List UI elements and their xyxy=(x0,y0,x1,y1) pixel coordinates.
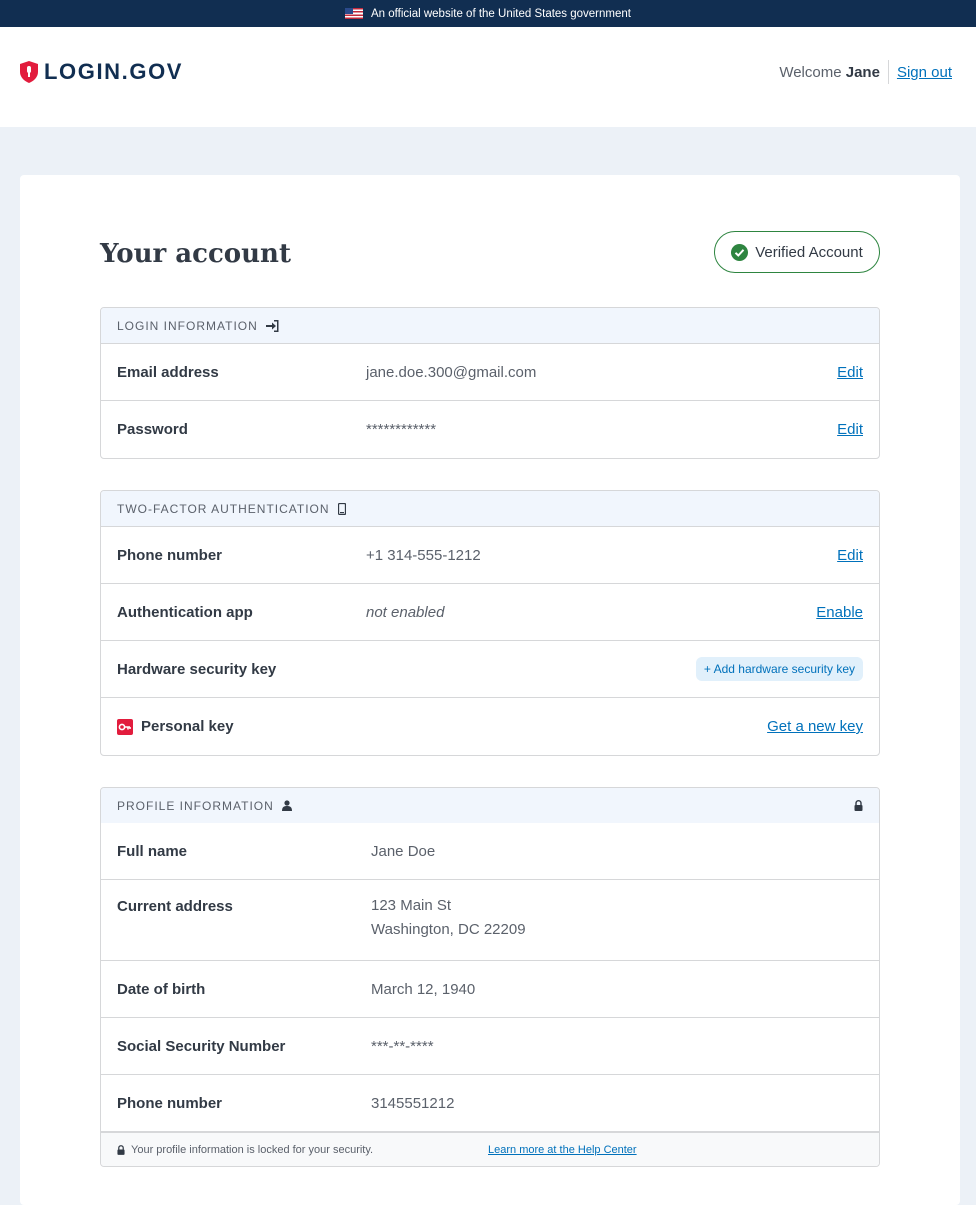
email-value: jane.doe.300@gmail.com xyxy=(366,363,537,381)
profile-footer: Your profile information is locked for y… xyxy=(101,1132,879,1166)
lock-icon xyxy=(117,1144,125,1155)
email-row: Email address jane.doe.300@gmail.com Edi… xyxy=(101,344,879,401)
two-factor-header: TWO-FACTOR AUTHENTICATION xyxy=(101,491,879,527)
address-line-1: 123 Main St xyxy=(371,897,452,914)
key-icon xyxy=(117,718,133,735)
logo-text: LOGIN.GOV xyxy=(44,59,184,84)
enable-auth-app-link[interactable]: Enable xyxy=(816,604,863,621)
hardware-key-label: Hardware security key xyxy=(117,660,277,678)
check-circle-icon xyxy=(731,243,749,261)
gov-banner-text: An official website of the United States… xyxy=(371,7,631,20)
profile-locked-text: Your profile information is locked for y… xyxy=(131,1143,374,1156)
nav-divider xyxy=(887,60,889,84)
ssn-row: Social Security Number ***-**-**** xyxy=(101,1018,879,1075)
get-new-key-link[interactable]: Get a new key xyxy=(767,718,863,735)
sign-in-icon xyxy=(265,319,279,332)
profile-phone-label: Phone number xyxy=(117,1094,223,1112)
personal-key-row: Personal key Get a new key xyxy=(101,698,879,755)
mobile-phone-icon xyxy=(337,502,346,515)
profile-phone-value: 3145551212 xyxy=(371,1094,455,1112)
user-icon xyxy=(281,800,292,811)
gov-banner: An official website of the United States… xyxy=(0,0,976,27)
dob-value: March 12, 1940 xyxy=(371,980,476,998)
address-row: Current address 123 Main St Washington, … xyxy=(101,880,879,961)
dob-row: Date of birth March 12, 1940 xyxy=(101,961,879,1018)
account-card: Your account Verified Account LOGIN INFO… xyxy=(20,175,960,1205)
password-value: ************ xyxy=(366,421,437,438)
phone-label: Phone number xyxy=(117,546,223,564)
full-name-label: Full name xyxy=(117,842,188,860)
user-nav: Welcome Jane Sign out xyxy=(779,60,952,84)
profile-title: PROFILE INFORMATION xyxy=(117,798,274,813)
auth-app-value: not enabled xyxy=(366,603,445,621)
two-factor-section: TWO-FACTOR AUTHENTICATION Phone number +… xyxy=(100,490,880,756)
email-label: Email address xyxy=(117,363,219,381)
add-hardware-key-button[interactable]: + Add hardware security key xyxy=(695,657,863,681)
personal-key-label: Personal key xyxy=(141,718,234,735)
ssn-label: Social Security Number xyxy=(117,1037,286,1055)
page-title: Your account xyxy=(100,239,291,269)
dob-label: Date of birth xyxy=(117,980,206,998)
two-factor-title: TWO-FACTOR AUTHENTICATION xyxy=(117,501,330,516)
password-label: Password xyxy=(117,421,188,438)
welcome-prefix: Welcome xyxy=(779,63,842,81)
shield-icon xyxy=(20,61,38,83)
password-row: Password ************ Edit xyxy=(101,401,879,458)
verified-badge: Verified Account xyxy=(714,231,880,273)
ssn-value: ***-**-**** xyxy=(371,1037,434,1055)
address-value: 123 Main St Washington, DC 22209 xyxy=(371,894,863,942)
login-info-title: LOGIN INFORMATION xyxy=(117,318,258,333)
auth-app-label: Authentication app xyxy=(117,603,253,621)
user-name: Jane xyxy=(845,63,880,81)
edit-email-link[interactable]: Edit xyxy=(837,364,863,381)
welcome-text: Welcome Jane xyxy=(779,64,880,81)
edit-password-link[interactable]: Edit xyxy=(837,421,863,438)
address-line-2: Washington, DC 22209 xyxy=(371,921,526,938)
login-info-section: LOGIN INFORMATION Email address jane.doe… xyxy=(100,307,880,459)
phone-value: +1 314-555-1212 xyxy=(366,546,481,564)
address-label: Current address xyxy=(117,898,233,915)
help-center-link[interactable]: Learn more at the Help Center xyxy=(488,1144,637,1156)
us-flag-icon xyxy=(345,8,364,19)
login-info-header: LOGIN INFORMATION xyxy=(101,308,879,344)
hardware-key-row: Hardware security key + Add hardware sec… xyxy=(101,641,879,698)
edit-phone-link[interactable]: Edit xyxy=(837,547,863,564)
verified-label: Verified Account xyxy=(755,243,863,261)
profile-phone-row: Phone number 3145551212 xyxy=(101,1075,879,1132)
personal-key-label-wrap: Personal key xyxy=(117,718,366,735)
auth-app-row: Authentication app not enabled Enable xyxy=(101,584,879,641)
profile-section: PROFILE INFORMATION Full name Jane Doe C… xyxy=(100,787,880,1167)
full-name-row: Full name Jane Doe xyxy=(101,823,879,880)
full-name-value: Jane Doe xyxy=(371,842,436,860)
profile-header: PROFILE INFORMATION xyxy=(101,788,879,823)
phone-row: Phone number +1 314-555-1212 Edit xyxy=(101,527,879,584)
site-header: LOGIN.GOV Welcome Jane Sign out xyxy=(0,27,976,127)
logo[interactable]: LOGIN.GOV xyxy=(20,59,183,85)
lock-icon xyxy=(854,800,863,811)
sign-out-link[interactable]: Sign out xyxy=(897,64,952,81)
